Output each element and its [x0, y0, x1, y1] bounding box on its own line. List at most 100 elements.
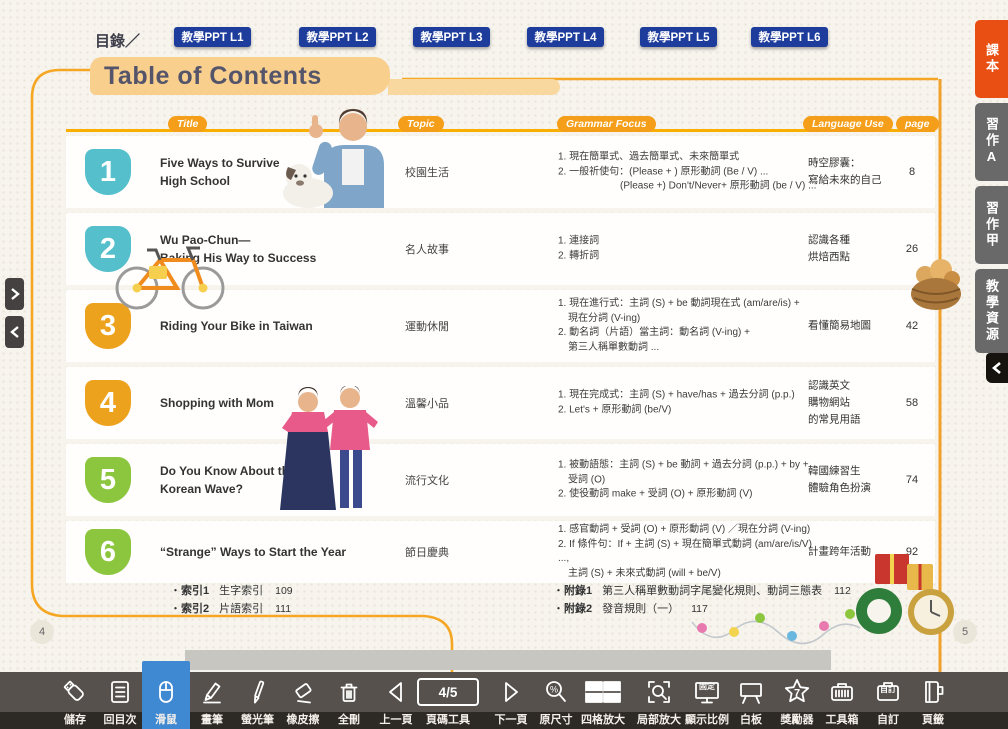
page-indicator-box: 4/5 [417, 672, 479, 712]
page-indicator-value: 4/5 [417, 678, 479, 706]
ppt-button-l5[interactable]: 教學PPT L5 [640, 27, 717, 47]
eraser-icon [289, 672, 317, 712]
reward-star-icon: 7 [782, 672, 812, 712]
lesson-page-number: 42 [882, 320, 942, 332]
lesson-page-number: 74 [882, 474, 942, 486]
save-button[interactable]: 儲存 [52, 672, 98, 729]
grammar-line: 2. 使役動詞 make + 受詞 (O) + 原形動詞 (V) [558, 487, 823, 502]
highlighter-tool-button[interactable]: 螢光筆 [234, 672, 281, 729]
region-zoom-button[interactable]: 局部放大 [634, 672, 684, 729]
custom-tools-button[interactable]: 自訂 自訂 [865, 672, 911, 729]
highlighter-icon [244, 672, 272, 712]
ppt-button-l3[interactable]: 教學PPT L3 [413, 27, 490, 47]
title-banner-tail [388, 79, 560, 95]
column-header-topic: Topic [398, 116, 444, 132]
photo-string-lights [688, 592, 863, 650]
original-size-button[interactable]: % 原尺寸 [532, 672, 580, 729]
grammar-line: 1. 現在完成式：主詞 (S) + have/has + 過去分詞 (p.p.) [558, 389, 823, 404]
svg-text:%: % [550, 685, 558, 695]
page-title: Table of Contents [90, 62, 322, 91]
grammar-line: 1. 被動語態：主詞 (S) + be 動詞 + 過去分詞 (p.p.) + b… [558, 458, 823, 473]
tab-workbook-jia[interactable]: 習作甲 [975, 186, 1008, 264]
lesson-topic: 流行文化 [405, 472, 500, 488]
panel-collapse-button[interactable] [5, 316, 24, 348]
mouse-icon [152, 672, 180, 712]
monitor-fixed-icon: 固定 [693, 672, 721, 712]
grammar-line: 第三人稱單數動詞 ... [558, 341, 823, 356]
language-line: 的常見用語 [808, 412, 913, 429]
appendix-text: 第三人稱單數動詞字尾變化規則、動詞三態表 [602, 585, 822, 597]
region-zoom-icon [645, 672, 673, 712]
lesson-row-4: 4 Shopping with Mom 溫馨小品 1. 現在完成式：主詞 (S)… [66, 367, 935, 439]
panel-expand-button[interactable] [5, 278, 24, 310]
book-tabs: 課本 習作A 習作甲 教學資源 [975, 20, 1008, 358]
hidden-panel-bar [185, 650, 831, 670]
ppt-button-l2[interactable]: 教學PPT L2 [299, 27, 376, 47]
ppt-button-l6[interactable]: 教學PPT L6 [751, 27, 828, 47]
four-grid-zoom-button[interactable]: 四格放大 [579, 672, 627, 729]
appendix-page: 112 [834, 585, 851, 597]
page-tab-button[interactable]: 頁籤 [911, 672, 955, 729]
bottom-toolbar: 儲存 回目次 滑鼠 畫筆 螢光筆 [0, 672, 1008, 729]
lesson-number-badge: 1 [85, 149, 131, 195]
content-card-border [0, 0, 1008, 729]
svg-text:7: 7 [794, 688, 800, 700]
eraser-tool-button[interactable]: 橡皮擦 [280, 672, 326, 729]
grammar-line: 2. If 條件句：If + 主詞 (S) + 現在簡單式動詞 (am/are/… [558, 538, 823, 567]
usb-save-icon [61, 672, 89, 712]
grammar-line: 2. 一般祈使句：(Please + ) 原形動詞 (Be / V) ... [558, 165, 823, 180]
lesson-title: Five Ways to Survive High School [160, 154, 395, 190]
display-ratio-button[interactable]: 固定 顯示比例 [684, 672, 730, 729]
lesson-number-badge: 5 [85, 457, 131, 503]
grammar-line: 1. 現在簡單式、過去簡單式、未來簡單式 [558, 150, 823, 165]
mouse-tool-button[interactable]: 滑鼠 [142, 661, 190, 729]
appendix-text: 發音規則（一） [602, 603, 679, 615]
grammar-line: 2. Let's + 原形動詞 (be/V) [558, 403, 823, 418]
lesson-title: Shopping with Mom [160, 394, 395, 412]
lesson-row-3: 3 Riding Your Bike in Taiwan 運動休閒 1. 現在進… [66, 290, 935, 362]
ppt-button-l1[interactable]: 教學PPT L1 [174, 27, 251, 47]
grammar-line: (Please +) Don't/Never+ 原形動詞 (be / V) ..… [558, 179, 823, 194]
lesson-row-6: 6 “Strange” Ways to Start the Year 節日慶典 … [66, 521, 935, 583]
previous-page-button[interactable]: 上一頁 [371, 672, 421, 729]
lesson-page-number: 92 [882, 546, 942, 558]
column-header-page: page [896, 116, 939, 132]
custom-text: 自訂 [874, 684, 902, 695]
grammar-line: 1. 連接詞 [558, 235, 823, 250]
contents-list-icon [106, 672, 134, 712]
tab-workbook-a[interactable]: 習作A [975, 103, 1008, 181]
lesson-title: Riding Your Bike in Taiwan [160, 317, 395, 335]
next-page-button[interactable]: 下一頁 [486, 672, 536, 729]
bullet: ・ [553, 585, 564, 597]
tab-textbook[interactable]: 課本 [975, 20, 1008, 98]
toolbox-button[interactable]: 工具箱 [820, 672, 864, 729]
index-item-1: ・索引1生字索引109 [170, 582, 293, 598]
lesson-grammar: 1. 現在進行式：主詞 (S) + be 動詞現在式 (am/are/is) +… [558, 297, 823, 355]
lesson-page-number: 58 [882, 397, 942, 409]
grammar-line: 主詞 (S) + 未來式動詞 (will + be/V) [558, 567, 823, 582]
lesson-page-number: 8 [882, 166, 942, 178]
index-label: 索引1 [181, 585, 209, 597]
right-page-number: 5 [953, 620, 977, 644]
page-number-tool[interactable]: 4/5 頁碼工具 [420, 672, 476, 729]
tab-teaching-resources[interactable]: 教學資源 [975, 269, 1008, 353]
lesson-grammar: 1. 被動語態：主詞 (S) + be 動詞 + 過去分詞 (p.p.) + b… [558, 458, 823, 502]
lesson-grammar: 1. 連接詞 2. 轉折詞 [558, 235, 823, 264]
reward-tool-button[interactable]: 7 獎勵器 [774, 672, 820, 729]
back-to-contents-button[interactable]: 回目次 [97, 672, 143, 729]
page-tab-icon [919, 672, 947, 712]
pen-tool-button[interactable]: 畫筆 [189, 672, 235, 729]
grammar-line: 受詞 (O) [558, 473, 823, 488]
ppt-button-l4[interactable]: 教學PPT L4 [527, 27, 604, 47]
whiteboard-button[interactable]: 白板 [729, 672, 773, 729]
lesson-title: Wu Pao-Chun— Baking His Way to Success [160, 231, 395, 267]
appendix-page: 117 [691, 603, 708, 615]
tabs-collapse-button[interactable] [986, 353, 1008, 383]
lesson-topic: 運動休閒 [405, 318, 500, 334]
appendix-label: 附錄1 [564, 585, 592, 597]
column-header-grammar: Grammar Focus [557, 116, 656, 132]
trash-icon [335, 672, 363, 712]
index-item-2: ・索引2片語索引111 [170, 600, 291, 616]
delete-all-button[interactable]: 全刪 [326, 672, 372, 729]
lesson-title: “Strange” Ways to Start the Year [160, 543, 395, 561]
